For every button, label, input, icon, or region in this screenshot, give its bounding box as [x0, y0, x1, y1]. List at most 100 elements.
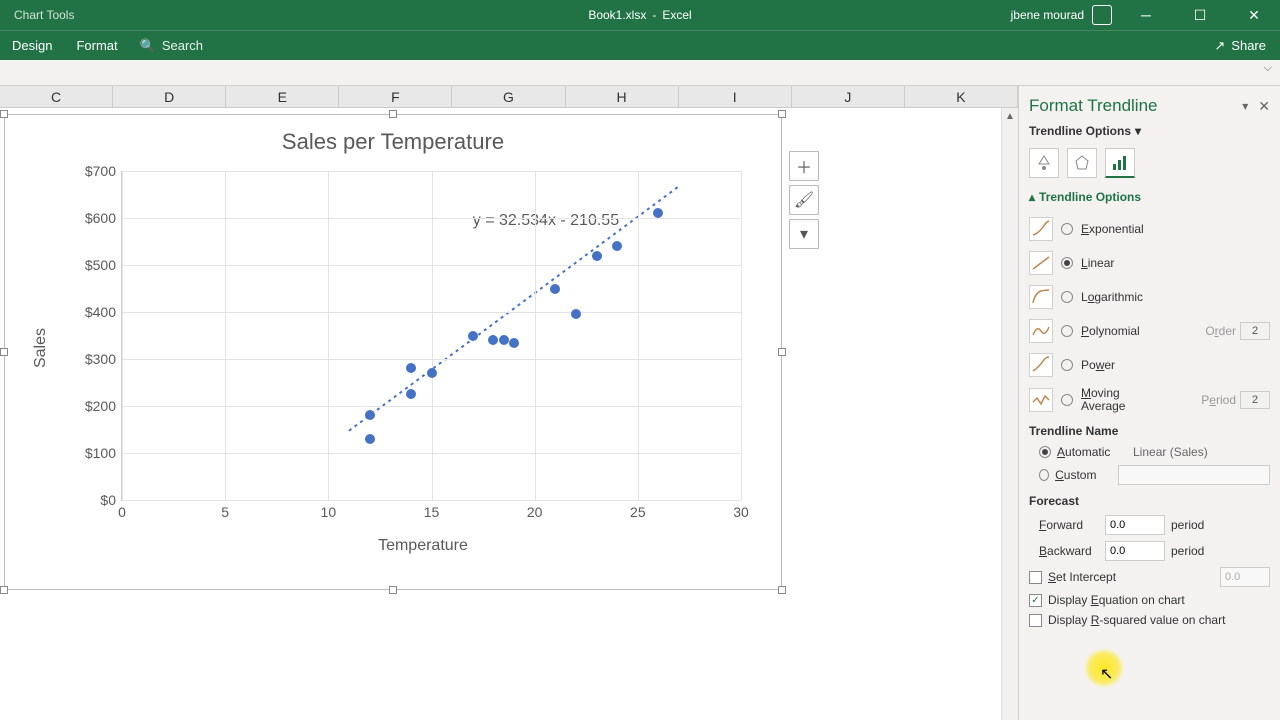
- data-point[interactable]: [365, 410, 375, 420]
- exponential-label[interactable]: Exponential: [1081, 222, 1270, 236]
- tab-design[interactable]: Design: [0, 31, 64, 60]
- pane-options-dropdown-icon[interactable]: ▾: [1242, 99, 1248, 113]
- logarithmic-label[interactable]: Logarithmic: [1081, 290, 1270, 304]
- period-input[interactable]: [1240, 391, 1270, 409]
- resize-handle[interactable]: [0, 110, 8, 118]
- order-input[interactable]: [1240, 322, 1270, 340]
- forward-label: Forward: [1039, 518, 1099, 532]
- data-point[interactable]: [592, 251, 602, 261]
- display-r-squared-label[interactable]: Display R-squared value on chart: [1048, 613, 1225, 627]
- collapse-ribbon-icon[interactable]: ⌵: [1264, 62, 1272, 75]
- user-account[interactable]: jbene mourad: [1011, 5, 1112, 25]
- moving-average-radio[interactable]: [1061, 394, 1073, 406]
- chart-filters-button[interactable]: ▾: [789, 219, 819, 249]
- close-window-button[interactable]: ✕: [1234, 0, 1274, 30]
- share-button[interactable]: ↗ Share: [1200, 38, 1280, 54]
- data-point[interactable]: [571, 309, 581, 319]
- data-point[interactable]: [499, 335, 509, 345]
- forward-input[interactable]: [1105, 515, 1165, 535]
- col-header[interactable]: E: [226, 86, 339, 107]
- polynomial-radio[interactable]: [1061, 325, 1073, 337]
- power-radio[interactable]: [1061, 359, 1073, 371]
- display-equation-checkbox[interactable]: [1029, 594, 1042, 607]
- chart-title[interactable]: Sales per Temperature: [5, 115, 781, 163]
- col-header[interactable]: F: [339, 86, 452, 107]
- x-tick-label: 30: [733, 500, 749, 520]
- col-header[interactable]: G: [452, 86, 565, 107]
- search-icon: 🔍: [140, 38, 156, 54]
- data-point[interactable]: [365, 434, 375, 444]
- y-axis-title[interactable]: Sales: [32, 328, 50, 368]
- x-tick-label: 15: [424, 500, 440, 520]
- tab-format[interactable]: Format: [64, 31, 129, 60]
- data-point[interactable]: [468, 331, 478, 341]
- resize-handle[interactable]: [778, 110, 786, 118]
- data-point[interactable]: [406, 363, 416, 373]
- automatic-label[interactable]: Automatic: [1057, 445, 1127, 459]
- custom-label[interactable]: Custom: [1055, 468, 1112, 482]
- col-header[interactable]: D: [113, 86, 226, 107]
- x-tick-label: 0: [118, 500, 126, 520]
- polynomial-label[interactable]: Polynomial: [1081, 324, 1197, 338]
- resize-handle[interactable]: [0, 348, 8, 356]
- data-point[interactable]: [653, 208, 663, 218]
- vertical-scrollbar[interactable]: ▲: [1001, 108, 1018, 720]
- resize-handle[interactable]: [778, 348, 786, 356]
- backward-input[interactable]: [1105, 541, 1165, 561]
- x-tick-label: 25: [630, 500, 646, 520]
- trendline-equation[interactable]: y = 32.534x - 210.55: [473, 212, 619, 230]
- linear-label[interactable]: Linear: [1081, 256, 1270, 270]
- resize-handle[interactable]: [389, 110, 397, 118]
- data-point[interactable]: [550, 284, 560, 294]
- maximize-button[interactable]: ☐: [1180, 0, 1220, 30]
- chart-elements-button[interactable]: ＋: [789, 151, 819, 181]
- resize-handle[interactable]: [0, 586, 8, 594]
- minimize-button[interactable]: ─: [1126, 0, 1166, 30]
- user-avatar-icon: [1092, 5, 1112, 25]
- ribbon: ⌵: [0, 60, 1280, 86]
- moving-average-label[interactable]: MovingAverage: [1081, 387, 1193, 413]
- chart-styles-button[interactable]: 🖌: [789, 185, 819, 215]
- gridline: [328, 171, 329, 500]
- linear-radio[interactable]: [1061, 257, 1073, 269]
- display-r-squared-checkbox[interactable]: [1029, 614, 1042, 627]
- forward-period-label: period: [1171, 518, 1204, 532]
- logarithmic-radio[interactable]: [1061, 291, 1073, 303]
- exponential-radio[interactable]: [1061, 223, 1073, 235]
- data-point[interactable]: [427, 368, 437, 378]
- col-header[interactable]: J: [792, 86, 905, 107]
- data-point[interactable]: [406, 389, 416, 399]
- custom-name-input[interactable]: [1118, 465, 1270, 485]
- plot-area[interactable]: y = 32.534x - 210.55 $0$100$200$300$400$…: [121, 171, 741, 501]
- pane-category-dropdown[interactable]: Trendline Options ▾: [1029, 124, 1270, 138]
- x-axis-title[interactable]: Temperature: [65, 533, 781, 555]
- resize-handle[interactable]: [389, 586, 397, 594]
- pane-close-button[interactable]: ✕: [1258, 98, 1270, 115]
- col-header[interactable]: K: [905, 86, 1018, 107]
- fill-line-tab[interactable]: [1029, 148, 1059, 178]
- resize-handle[interactable]: [778, 586, 786, 594]
- trendline-options-tab[interactable]: [1105, 148, 1135, 178]
- automatic-name-radio[interactable]: [1039, 446, 1051, 458]
- data-point[interactable]: [509, 338, 519, 348]
- gridline: [225, 171, 226, 500]
- col-header[interactable]: H: [566, 86, 679, 107]
- effects-tab[interactable]: [1067, 148, 1097, 178]
- chart-object[interactable]: Sales per Temperature Sales y = 32.534x …: [4, 114, 782, 590]
- set-intercept-label[interactable]: Set Intercept: [1048, 570, 1116, 584]
- scroll-up-icon[interactable]: ▲: [1002, 108, 1018, 125]
- section-trendline-options[interactable]: ▴ Trendline Options: [1029, 190, 1270, 204]
- display-equation-label[interactable]: Display Equation on chart: [1048, 593, 1185, 607]
- power-label[interactable]: Power: [1081, 358, 1270, 372]
- gridline: [638, 171, 639, 500]
- set-intercept-checkbox[interactable]: [1029, 571, 1042, 584]
- col-header[interactable]: I: [679, 86, 792, 107]
- data-point[interactable]: [612, 241, 622, 251]
- collapse-icon: ▴: [1029, 190, 1035, 204]
- tell-me-search[interactable]: 🔍 Search: [130, 38, 213, 54]
- data-point[interactable]: [488, 335, 498, 345]
- col-header[interactable]: C: [0, 86, 113, 107]
- custom-name-radio[interactable]: [1039, 469, 1049, 481]
- worksheet[interactable]: C D E F G H I J K Sales per Temperature …: [0, 86, 1018, 720]
- intercept-input[interactable]: [1220, 567, 1270, 587]
